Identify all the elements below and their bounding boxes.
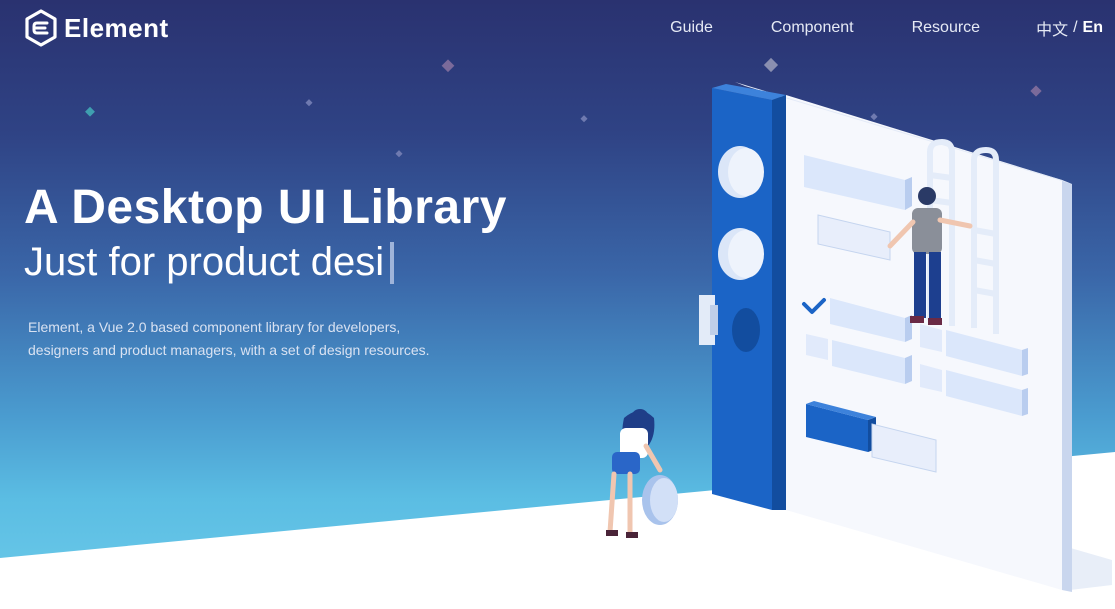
woman-figure [606, 409, 678, 538]
hero-illustration [606, 82, 1112, 592]
